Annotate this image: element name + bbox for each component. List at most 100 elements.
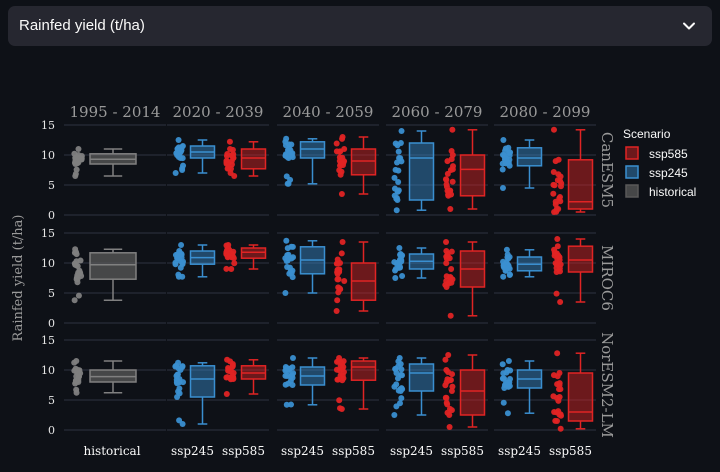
data-point [393,381,400,388]
box-ssp245 [408,142,435,201]
data-point [396,400,403,407]
data-point [500,137,507,143]
data-point [77,270,84,277]
data-point [446,424,453,430]
data-point [229,146,236,153]
data-point [550,190,557,197]
data-point [550,181,557,188]
data-point [398,366,405,373]
data-point [77,257,84,264]
data-point [500,273,507,280]
data-point [289,355,296,361]
data-point [443,239,450,245]
x-tick-label: historical [83,444,140,458]
y-tick-label: 5 [48,179,55,192]
data-point [73,262,80,269]
panel-title-period: 2040 - 2059 [283,103,374,121]
data-point [283,237,290,244]
data-point [223,242,230,249]
data-point [338,250,345,257]
data-point [396,245,403,251]
y-tick-label: 0 [48,209,55,222]
data-point [500,370,507,377]
data-point [397,155,404,162]
data-point [557,411,564,418]
y-tick-label: 15 [41,119,55,132]
data-point [179,167,186,174]
data-point [339,239,346,245]
x-tick-label: ssp585 [549,444,592,458]
data-point [223,265,230,272]
data-point [74,279,81,286]
x-tick-label: ssp245 [171,444,214,458]
data-point [230,248,237,255]
data-point [447,312,454,319]
box-ssp585 [567,245,594,273]
data-point [284,253,291,260]
data-point [336,367,343,374]
data-point [392,365,399,372]
x-tick-label: ssp585 [441,444,484,458]
data-point [285,380,292,387]
box-ssp245 [189,365,216,398]
data-point [506,379,513,386]
x-tick-label: ssp245 [390,444,433,458]
data-point [223,157,230,164]
data-point [499,185,506,191]
data-point [225,253,232,260]
data-point [550,126,557,133]
data-point [396,260,403,267]
data-point [397,386,404,393]
data-point [333,308,340,314]
data-point [443,260,450,267]
data-point [550,372,557,379]
legend-swatch-ssp585 [625,146,639,160]
x-tick-label: ssp245 [498,444,541,458]
data-point [553,290,560,297]
data-point [557,299,564,305]
data-point [229,360,236,367]
data-point [444,158,451,165]
x-tick-label: ssp245 [281,444,324,458]
data-point [333,140,340,147]
data-point [177,264,184,271]
data-point [444,376,451,383]
data-point [177,366,184,373]
data-point [176,390,183,397]
panel-title-period: 2080 - 2099 [500,103,591,121]
data-point [73,249,80,256]
box-ssp585 [240,247,267,259]
data-point [333,260,340,267]
data-point [399,273,406,280]
data-point [443,273,450,280]
data-point [399,252,406,259]
data-point [395,167,402,174]
legend-title: Scenario [623,127,671,141]
data-point [442,356,449,363]
row-label-model: NorESM2-LM [598,332,616,438]
data-point [286,365,293,372]
y-axis-label: Rainfed yield (t/ha) [11,214,26,341]
data-point [449,178,456,185]
data-point [391,174,398,181]
data-point [179,273,186,280]
data-point [554,350,561,357]
y-tick-label: 5 [48,394,55,407]
data-point [391,259,398,266]
data-point [337,286,344,293]
data-point [337,405,344,412]
y-tick-label: 10 [41,364,55,377]
data-point [341,278,348,284]
box-ssp585 [240,148,267,170]
data-point [282,142,289,149]
data-point [443,253,450,260]
y-tick-label: 0 [48,424,55,437]
data-point [395,358,402,365]
box-ssp585 [459,369,486,416]
data-point [334,266,341,273]
data-point [447,167,454,174]
data-point [394,188,401,195]
data-point [75,146,82,152]
data-point [71,359,78,366]
legend-swatch-historical [625,184,639,198]
